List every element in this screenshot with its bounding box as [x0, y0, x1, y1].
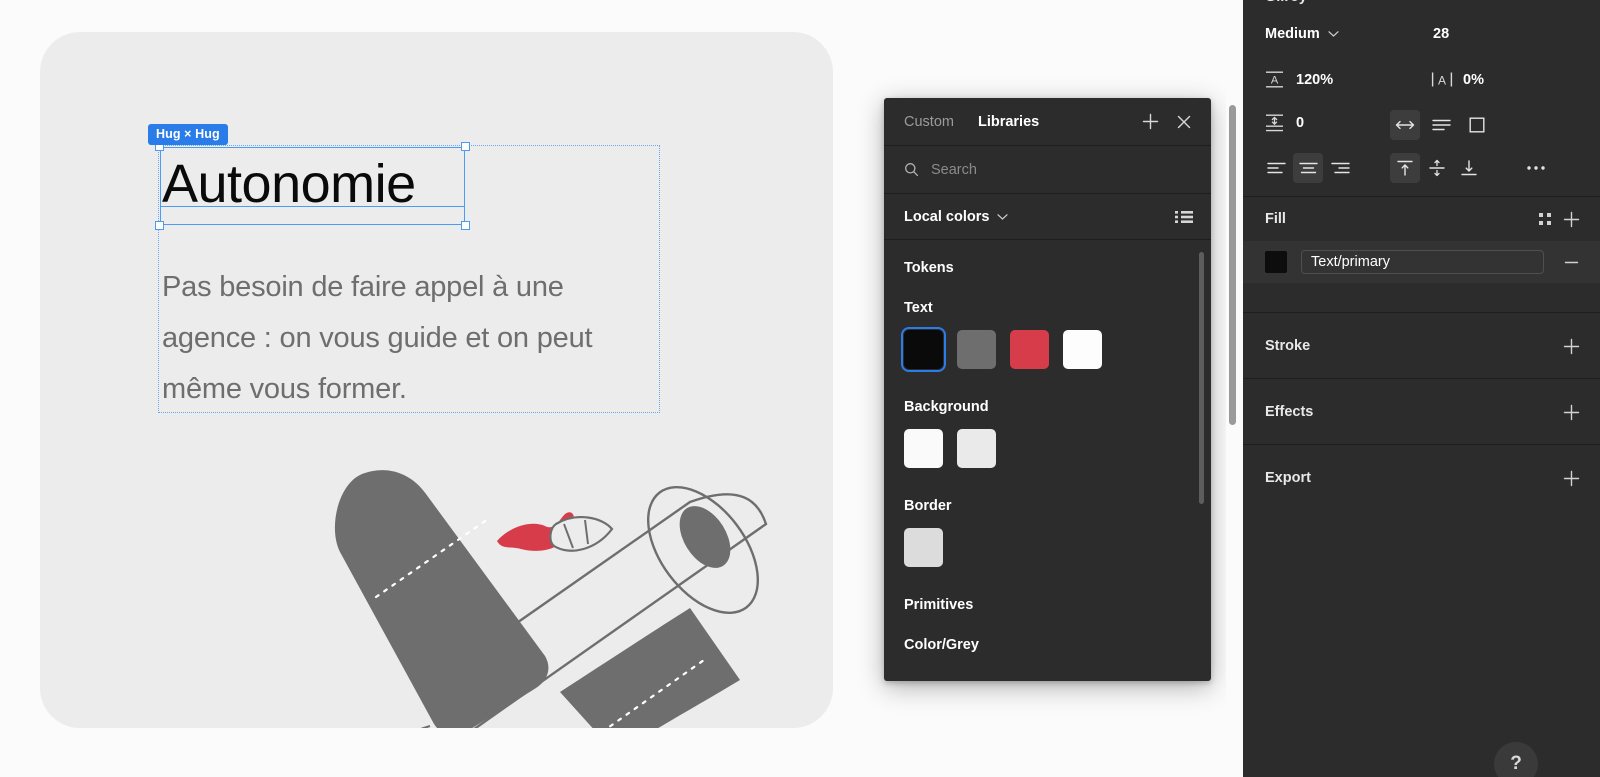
add-fill-icon[interactable] [1558, 206, 1584, 232]
paragraph-spacing-icon [1265, 113, 1284, 133]
font-family-value[interactable]: Gilroy [1265, 0, 1307, 5]
fill-color-swatch[interactable] [1265, 251, 1287, 273]
paragraph-spacing-value: 0 [1296, 115, 1305, 131]
horizontal-align-group[interactable] [1261, 153, 1355, 183]
fill-title: Fill [1265, 211, 1286, 227]
canvas-scrollbar-thumb[interactable] [1229, 105, 1236, 425]
line-height-control[interactable]: A 120% [1265, 70, 1333, 89]
fill-section-pad [1243, 283, 1600, 293]
swatch-background-subtle[interactable] [957, 429, 996, 468]
fill-style-name[interactable]: Text/primary [1301, 250, 1544, 274]
fill-styles-icon[interactable] [1532, 206, 1558, 232]
stroke-header: Stroke [1243, 313, 1600, 379]
collection-header[interactable]: Local colors [884, 194, 1211, 240]
swatch-row-text [900, 326, 1191, 373]
more-horizontal-icon[interactable] [1521, 153, 1551, 183]
stroke-title: Stroke [1265, 338, 1311, 354]
text-block: Autonomie Pas besoin de faire appel à un… [155, 142, 660, 405]
close-icon[interactable] [1171, 109, 1197, 135]
list-view-icon[interactable] [1171, 204, 1197, 230]
libraries-panel[interactable]: Custom Libraries Search Local colors Tok… [884, 98, 1211, 681]
libraries-panel-header: Custom Libraries [884, 98, 1211, 146]
heading-selection-wrap[interactable]: Autonomie [155, 142, 470, 230]
properties-panel[interactable]: Gilroy Medium 28 A 120% [1243, 0, 1600, 777]
typography-more-options[interactable] [1521, 153, 1551, 183]
add-stroke-icon[interactable] [1558, 333, 1584, 359]
swatch-border-default[interactable] [904, 528, 943, 567]
resize-handle-bottom-right[interactable] [461, 221, 470, 230]
vertical-align-group[interactable] [1390, 153, 1484, 183]
auto-width-icon[interactable] [1390, 110, 1420, 140]
export-title: Export [1265, 470, 1311, 486]
paragraph-spacing-control[interactable]: 0 [1265, 113, 1304, 133]
section-fill[interactable]: Fill Text/primary [1243, 196, 1600, 293]
swatch-row-background [904, 429, 1191, 468]
resize-mode-group[interactable] [1390, 110, 1492, 140]
section-label-text: Text [904, 300, 933, 316]
font-size-value: 28 [1433, 26, 1450, 42]
font-weight-value: Medium [1265, 26, 1320, 42]
group-title-primitives: Primitives [904, 597, 974, 613]
size-mode-badge[interactable]: Hug × Hug [148, 124, 228, 145]
collection-label: Local colors [904, 208, 990, 225]
section-effects[interactable]: Effects [1243, 378, 1600, 445]
section-label-border: Border [904, 498, 952, 514]
font-size-control[interactable]: 28 [1433, 26, 1449, 42]
auto-height-icon[interactable] [1426, 110, 1456, 140]
effects-title: Effects [1265, 404, 1314, 420]
tab-custom[interactable]: Custom [904, 114, 954, 130]
tab-libraries[interactable]: Libraries [978, 114, 1039, 130]
font-weight-control[interactable]: Medium [1265, 26, 1339, 42]
align-middle-icon[interactable] [1422, 153, 1452, 183]
line-height-icon: A [1265, 70, 1284, 89]
swatch-background-default[interactable] [904, 429, 943, 468]
frame-card[interactable]: Autonomie Pas besoin de faire appel à un… [40, 32, 833, 728]
fill-header: Fill [1243, 197, 1600, 241]
svg-text:A: A [1271, 75, 1279, 87]
chevron-down-icon[interactable] [997, 213, 1009, 221]
swatch-text-secondary[interactable] [957, 330, 996, 369]
fixed-size-icon[interactable] [1462, 110, 1492, 140]
chevron-down-icon[interactable] [1328, 30, 1339, 38]
group-title-tokens: Tokens [904, 260, 954, 276]
selection-baseline [160, 206, 465, 207]
section-label-background: Background [904, 399, 989, 415]
align-bottom-icon[interactable] [1454, 153, 1484, 183]
export-header: Export [1243, 445, 1600, 511]
line-height-value: 120% [1296, 71, 1334, 88]
body-text[interactable]: Pas besoin de faire appel à une agence :… [162, 262, 662, 415]
resize-handle-bottom-left[interactable] [155, 221, 164, 230]
swatch-row-border [904, 528, 1191, 567]
align-top-icon[interactable] [1390, 153, 1420, 183]
search-input[interactable]: Search [931, 162, 977, 178]
swatch-text-accent[interactable] [1010, 330, 1049, 369]
add-export-icon[interactable] [1558, 465, 1584, 491]
resize-handle-top-right[interactable] [461, 142, 470, 151]
library-search-row[interactable]: Search [884, 146, 1211, 194]
section-label-color-grey: Color/Grey [904, 637, 979, 653]
fill-item-row[interactable]: Text/primary [1243, 241, 1600, 283]
section-stroke[interactable]: Stroke [1243, 312, 1600, 379]
letter-spacing-value: 0% [1463, 71, 1484, 88]
app-root: Autonomie Pas besoin de faire appel à un… [0, 0, 1600, 777]
search-icon [904, 162, 919, 177]
swatch-text-inverse[interactable] [1063, 330, 1102, 369]
svg-text:A: A [1438, 73, 1446, 87]
library-scrollbar[interactable] [1199, 252, 1204, 504]
add-library-icon[interactable] [1137, 109, 1163, 135]
align-left-icon[interactable] [1261, 153, 1291, 183]
align-right-icon[interactable] [1325, 153, 1355, 183]
letter-spacing-control[interactable]: A 0% [1431, 70, 1484, 89]
library-body[interactable]: Tokens Text Background Border Primitives… [884, 240, 1211, 681]
section-export[interactable]: Export [1243, 444, 1600, 511]
add-effect-icon[interactable] [1558, 399, 1584, 425]
letter-spacing-icon: A [1431, 70, 1453, 89]
remove-fill-icon[interactable] [1558, 249, 1584, 275]
effects-header: Effects [1243, 379, 1600, 445]
swatch-text-primary[interactable] [900, 326, 947, 373]
font-family-row[interactable]: Gilroy [1243, 0, 1600, 18]
align-center-icon[interactable] [1293, 153, 1323, 183]
heading-text[interactable]: Autonomie [162, 151, 416, 217]
